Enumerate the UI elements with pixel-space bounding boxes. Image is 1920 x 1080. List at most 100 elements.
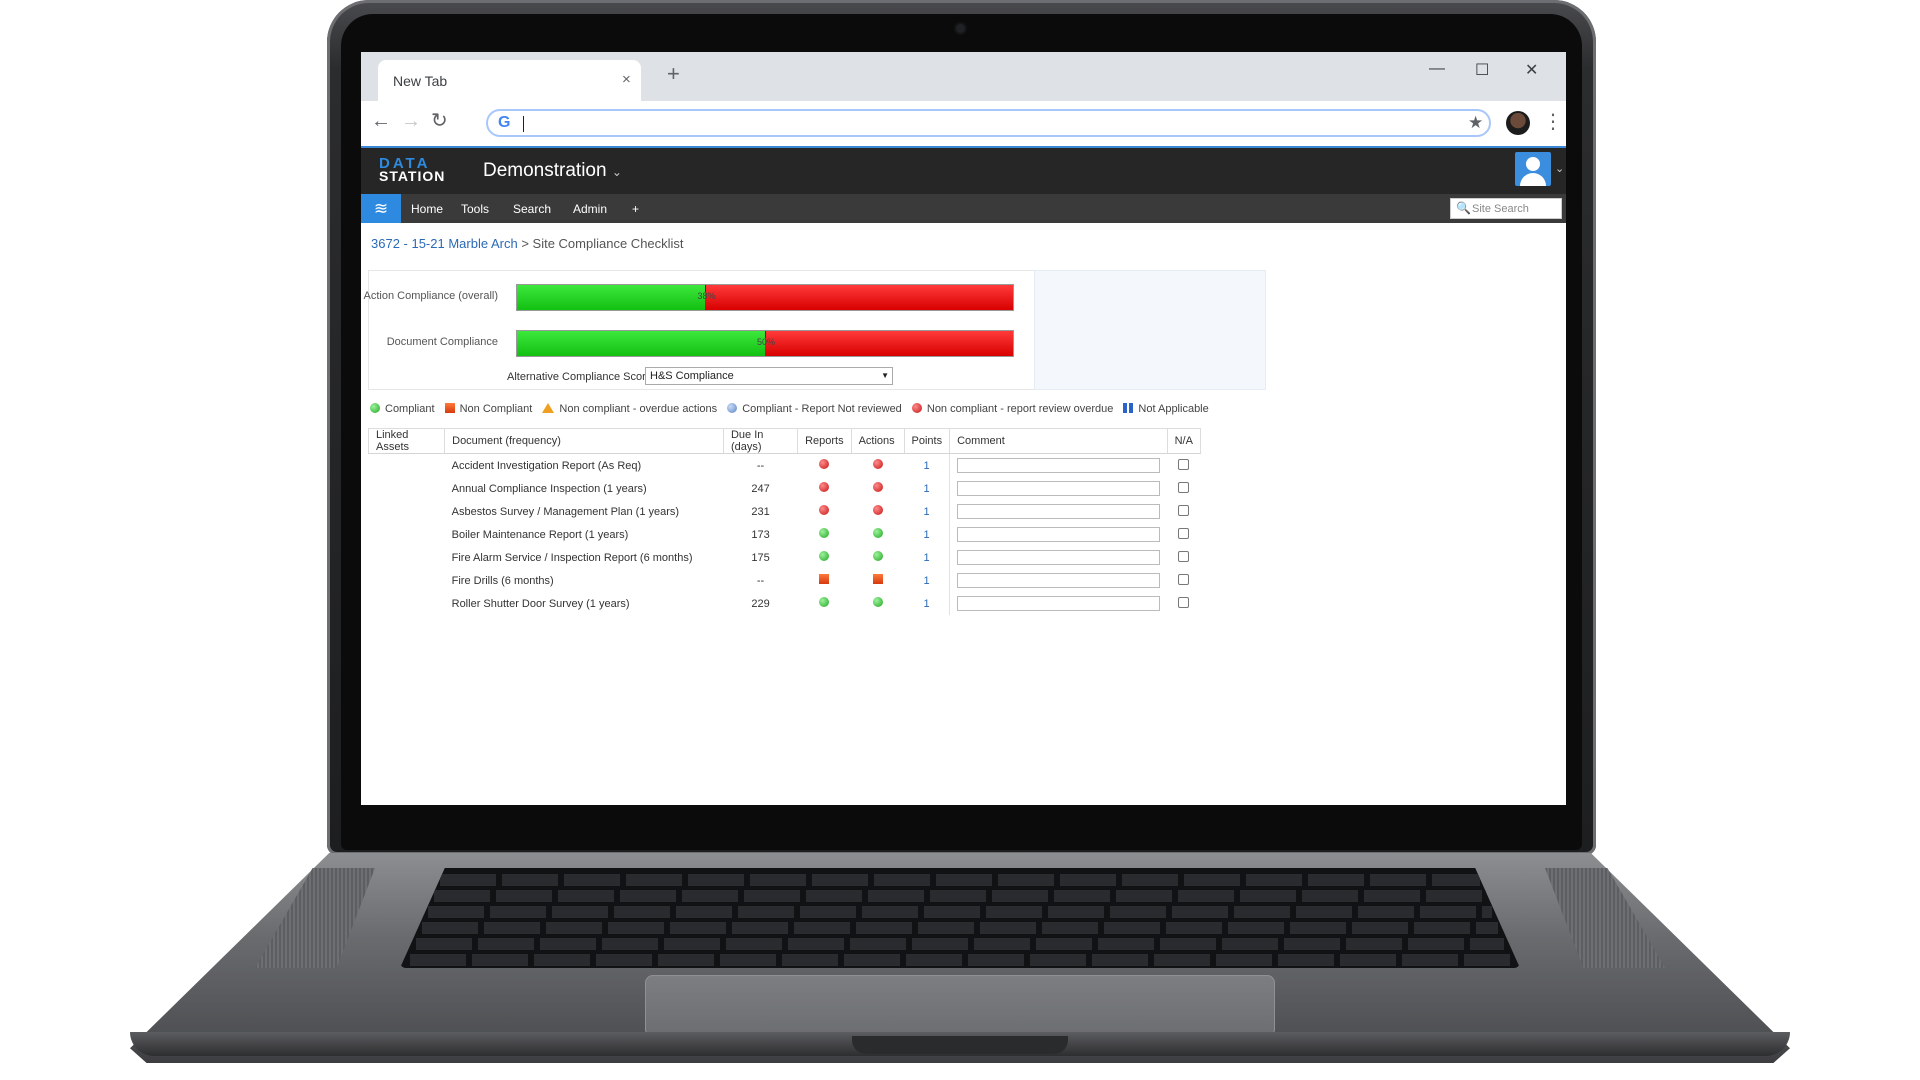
na-checkbox[interactable] <box>1178 550 1190 562</box>
menu-item-admin[interactable]: Admin <box>573 202 607 216</box>
menu-item-add[interactable]: + <box>632 202 639 216</box>
actions-cell[interactable] <box>851 569 904 592</box>
minimize-icon[interactable]: — <box>1429 60 1445 78</box>
actions-cell[interactable] <box>851 592 904 615</box>
actions-cell[interactable] <box>851 546 904 569</box>
document-cell[interactable]: Accident Investigation Report (As Req) <box>445 454 724 478</box>
red-question-dot-icon[interactable] <box>872 459 883 469</box>
menu-item-home[interactable]: Home <box>411 202 443 216</box>
new-tab-button[interactable]: + <box>667 63 680 85</box>
tab-close-icon[interactable]: × <box>622 71 631 88</box>
orange-square-icon[interactable] <box>872 574 883 584</box>
legend-review-overdue: Non compliant - report review overdue <box>911 403 1113 415</box>
legend-overdue-actions: Non compliant - overdue actions <box>542 403 717 415</box>
user-avatar[interactable] <box>1515 152 1551 186</box>
alt-compliance-label: Alternative Compliance Scores: <box>507 371 661 383</box>
red-question-dot-icon[interactable] <box>819 459 830 469</box>
reports-cell[interactable] <box>798 454 852 478</box>
na-checkbox[interactable] <box>1178 596 1190 608</box>
header-linked-assets[interactable]: Linked Assets <box>367 428 446 454</box>
document-cell[interactable]: Fire Drills (6 months) <box>445 569 724 592</box>
reports-cell[interactable] <box>798 477 852 500</box>
header-due-in[interactable]: Due In (days) <box>722 428 799 454</box>
reports-cell[interactable] <box>798 500 852 523</box>
google-icon: G <box>498 114 511 131</box>
browser-menu-icon[interactable]: ⋮ <box>1543 109 1563 134</box>
reports-cell[interactable] <box>798 523 852 546</box>
bar-marker <box>705 285 707 292</box>
breadcrumb-link[interactable]: 3672 - 15-21 Marble Arch <box>371 236 518 251</box>
red-question-dot-icon[interactable] <box>819 505 830 515</box>
document-cell[interactable]: Roller Shutter Door Survey (1 years) <box>445 592 724 615</box>
menu-logo-icon[interactable]: ≋ <box>361 194 401 223</box>
actions-cell[interactable] <box>851 477 904 500</box>
action-compliance-fill <box>517 285 706 310</box>
bar-marker <box>765 331 766 338</box>
comment-input[interactable] <box>957 596 1161 611</box>
actions-cell[interactable] <box>851 523 904 546</box>
green-dot-icon[interactable] <box>819 551 830 561</box>
document-compliance-fill <box>517 331 765 356</box>
document-cell[interactable]: Asbestos Survey / Management Plan (1 yea… <box>445 500 724 523</box>
document-cell[interactable]: Fire Alarm Service / Inspection Report (… <box>445 546 724 569</box>
maximize-icon[interactable]: ☐ <box>1475 60 1489 80</box>
comment-input[interactable] <box>957 504 1161 519</box>
green-dot-icon[interactable] <box>819 597 830 607</box>
reload-icon[interactable]: ↻ <box>431 111 448 131</box>
forward-icon[interactable]: → <box>401 111 421 131</box>
header-document[interactable]: Document (frequency) <box>444 428 724 454</box>
red-question-dot-icon[interactable] <box>872 505 883 515</box>
alt-compliance-select[interactable]: H&S Compliance ▼ <box>645 367 893 385</box>
comment-input[interactable] <box>957 481 1161 496</box>
bookmark-star-icon[interactable]: ★ <box>1468 113 1483 133</box>
orange-square-icon[interactable] <box>819 574 830 584</box>
app-context-selector[interactable]: Demonstration ⌄ <box>483 160 622 182</box>
keyboard <box>400 868 1520 968</box>
na-checkbox[interactable] <box>1178 458 1190 470</box>
profile-avatar[interactable] <box>1506 111 1530 135</box>
green-dot-icon[interactable] <box>819 528 830 538</box>
red-question-dot-icon[interactable] <box>872 482 883 492</box>
browser-tab[interactable]: New Tab × <box>378 60 641 101</box>
green-dot-icon[interactable] <box>872 597 883 607</box>
user-head-shape <box>1526 157 1540 171</box>
green-dot-icon[interactable] <box>872 528 883 538</box>
na-cell <box>1167 500 1200 523</box>
reports-cell[interactable] <box>798 569 852 592</box>
due-in-cell: -- <box>756 459 765 472</box>
red-question-dot-icon[interactable] <box>819 482 830 492</box>
reports-cell[interactable] <box>798 546 852 569</box>
site-search-input[interactable]: 🔍 Site Search <box>1450 198 1562 219</box>
na-checkbox[interactable] <box>1178 504 1190 516</box>
header-na[interactable]: N/A <box>1166 428 1202 454</box>
document-cell[interactable]: Boiler Maintenance Report (1 years) <box>445 523 724 546</box>
address-bar[interactable]: G ★ <box>486 109 1491 137</box>
na-checkbox[interactable] <box>1178 481 1190 493</box>
comment-input[interactable] <box>957 573 1161 588</box>
user-menu-chevron-icon[interactable]: ⌄ <box>1555 162 1564 175</box>
breadcrumb-current: Site Compliance Checklist <box>532 236 684 251</box>
header-reports[interactable]: Reports <box>797 428 852 454</box>
actions-cell[interactable] <box>851 500 904 523</box>
close-window-icon[interactable]: ✕ <box>1525 60 1538 80</box>
action-compliance-bar: 38% <box>516 284 1014 311</box>
header-points[interactable]: Points <box>903 428 951 454</box>
comment-input[interactable] <box>957 458 1161 473</box>
na-checkbox[interactable] <box>1178 527 1190 539</box>
comment-input[interactable] <box>957 527 1161 542</box>
menu-item-search[interactable]: Search <box>513 202 551 216</box>
header-comment[interactable]: Comment <box>949 428 1168 454</box>
menu-item-tools[interactable]: Tools <box>461 202 489 216</box>
warning-triangle-icon <box>542 403 555 413</box>
na-checkbox[interactable] <box>1178 573 1190 585</box>
datastation-logo[interactable]: DATA STATION <box>379 156 445 183</box>
document-cell[interactable]: Annual Compliance Inspection (1 years) <box>445 477 724 500</box>
actions-cell[interactable] <box>851 454 904 478</box>
comment-input[interactable] <box>957 550 1161 565</box>
green-dot-icon[interactable] <box>872 551 883 561</box>
reports-cell[interactable] <box>798 592 852 615</box>
header-actions[interactable]: Actions <box>850 428 905 454</box>
table-header-row: Linked Assets Document (frequency) Due I… <box>367 428 1202 454</box>
back-icon[interactable]: ← <box>371 111 391 131</box>
green-dot-icon <box>370 403 380 413</box>
